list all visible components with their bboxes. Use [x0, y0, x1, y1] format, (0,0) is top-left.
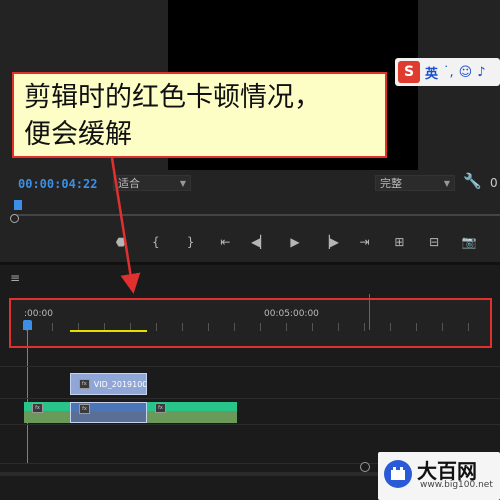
watermark-url: www.big100.net [420, 480, 493, 490]
callout-text: 剪辑时的红色卡顿情况， 便会缓解 [24, 79, 374, 153]
watermark-logo-icon [384, 460, 412, 488]
callout-line-2: 便会缓解 [24, 119, 132, 150]
callout-line-1: 剪辑时的红色卡顿情况， [24, 82, 321, 113]
